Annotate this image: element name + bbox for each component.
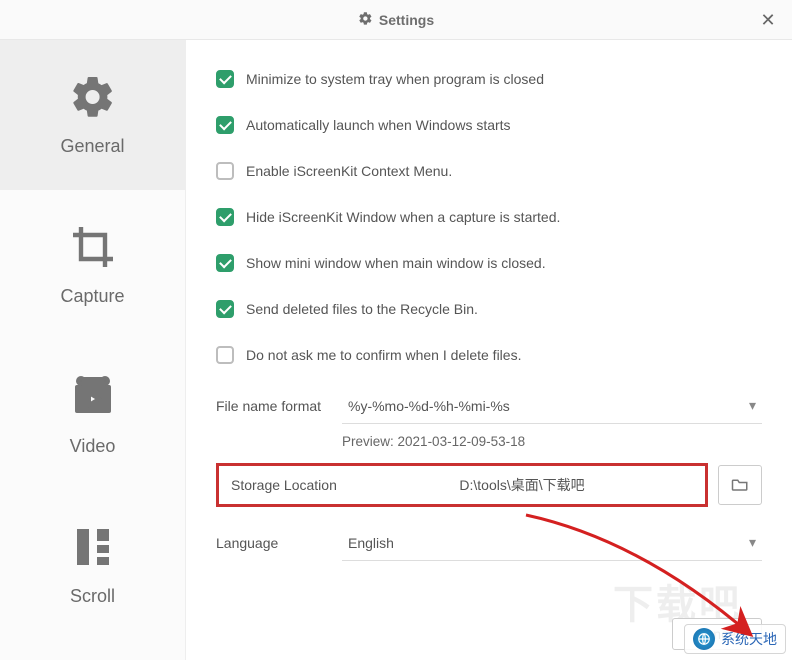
sidebar-item-label: General [60,136,124,157]
check-hide-window[interactable]: Hide iScreenKit Window when a capture is… [216,208,762,226]
sidebar-item-capture[interactable]: Capture [0,190,185,340]
browse-folder-button[interactable] [718,465,762,505]
sidebar-item-label: Capture [60,286,124,307]
preview-label: Preview: [342,434,394,449]
scroll-icon [69,523,117,574]
main-area: General Capture Video Scroll Minimize to… [0,40,792,660]
sidebar: General Capture Video Scroll [0,40,186,660]
site-watermark: 系统天地 [684,624,786,654]
content-panel: Minimize to system tray when program is … [186,40,792,660]
watermark-text: 系统天地 [721,629,777,649]
checkbox-icon [216,208,234,226]
storage-location-highlight: Storage Location D:\tools\桌面\下载吧 [216,463,708,507]
checkbox-icon [216,162,234,180]
check-label: Do not ask me to confirm when I delete f… [246,347,521,363]
check-label: Automatically launch when Windows starts [246,117,511,133]
storage-location-row: Storage Location D:\tools\桌面\下载吧 [216,463,762,507]
close-button[interactable]: ✕ [756,8,780,32]
check-label: Send deleted files to the Recycle Bin. [246,301,478,317]
check-label: Show mini window when main window is clo… [246,255,546,271]
sidebar-item-label: Scroll [70,586,115,607]
checkbox-icon [216,254,234,272]
language-label: Language [216,535,342,551]
sidebar-item-video[interactable]: Video [0,340,185,490]
check-mini-window[interactable]: Show mini window when main window is clo… [216,254,762,272]
filename-format-row: File name format %y-%mo-%d-%h-%mi-%s ▾ [216,388,762,424]
dropdown-value: %y-%mo-%d-%h-%mi-%s [348,398,510,414]
checkbox-icon [216,300,234,318]
checkbox-icon [216,116,234,134]
window-title: Settings [358,11,434,29]
close-icon: ✕ [760,10,775,31]
sidebar-item-general[interactable]: General [0,40,185,190]
check-recycle-bin[interactable]: Send deleted files to the Recycle Bin. [216,300,762,318]
folder-icon [731,476,749,495]
checkbox-icon [216,346,234,364]
dropdown-value: English [348,535,394,551]
check-context-menu[interactable]: Enable iScreenKit Context Menu. [216,162,762,180]
filename-preview: Preview: 2021-03-12-09-53-18 [342,434,762,449]
globe-icon [693,628,715,650]
language-row: Language English ▾ [216,525,762,561]
filename-format-dropdown[interactable]: %y-%mo-%d-%h-%mi-%s ▾ [342,388,762,424]
chevron-down-icon: ▾ [749,397,756,414]
video-icon [69,373,117,424]
title-text: Settings [379,12,434,28]
checkbox-icon [216,70,234,88]
gear-icon [69,73,117,124]
filename-label: File name format [216,398,342,414]
check-label: Enable iScreenKit Context Menu. [246,163,452,179]
check-label: Minimize to system tray when program is … [246,71,544,87]
language-dropdown[interactable]: English ▾ [342,525,762,561]
preview-value: 2021-03-12-09-53-18 [398,434,526,449]
crop-icon [69,223,117,274]
storage-label: Storage Location [231,477,351,493]
chevron-down-icon: ▾ [749,534,756,551]
sidebar-item-label: Video [70,436,116,457]
check-minimize-tray[interactable]: Minimize to system tray when program is … [216,70,762,88]
titlebar: Settings ✕ [0,0,792,40]
check-label: Hide iScreenKit Window when a capture is… [246,209,560,225]
check-confirm-delete[interactable]: Do not ask me to confirm when I delete f… [216,346,762,364]
sidebar-item-scroll[interactable]: Scroll [0,490,185,640]
check-auto-launch[interactable]: Automatically launch when Windows starts [216,116,762,134]
gear-icon [358,11,373,29]
storage-path[interactable]: D:\tools\桌面\下载吧 [351,475,693,495]
